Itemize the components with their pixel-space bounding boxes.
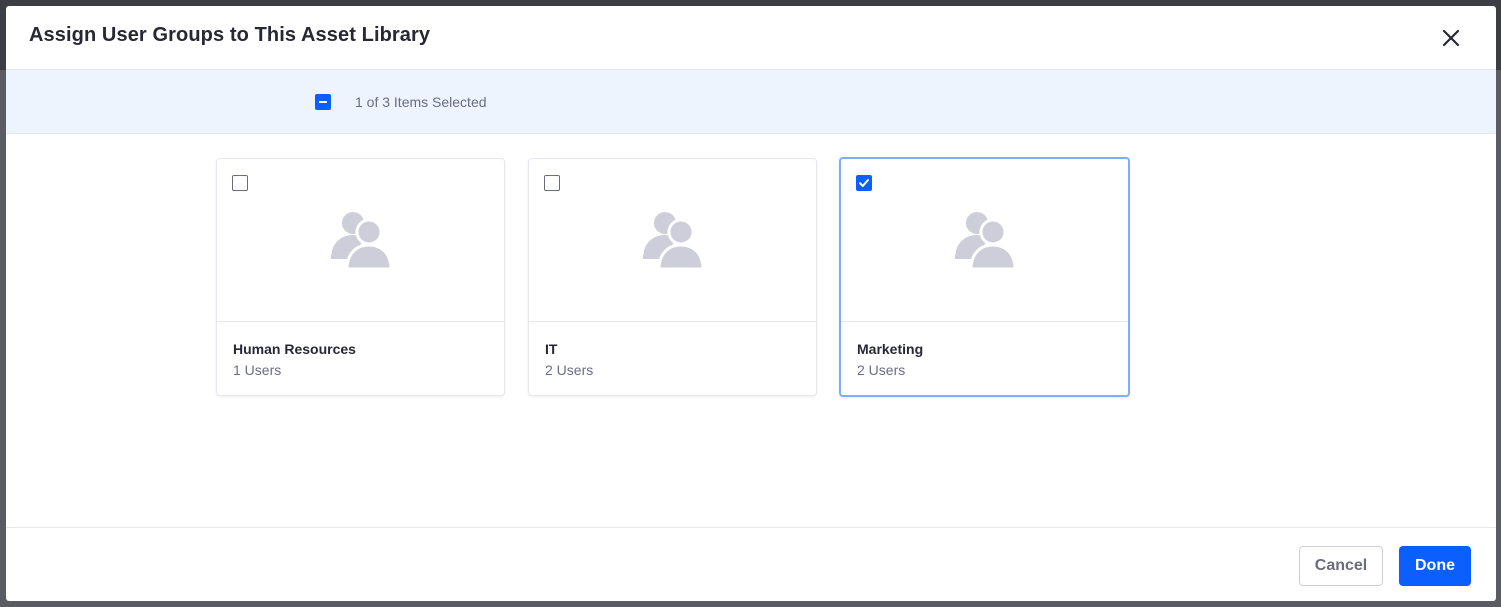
management-bar: 1 of 3 Items Selected xyxy=(6,70,1496,134)
users-icon xyxy=(955,212,1017,271)
selection-count-text: 1 of 3 Items Selected xyxy=(355,94,487,110)
close-icon xyxy=(1442,29,1460,47)
user-group-card-it[interactable]: IT 2 Users xyxy=(528,158,817,396)
card-subtitle: 1 Users xyxy=(233,362,282,378)
assign-user-groups-modal: Assign User Groups to This Asset Library… xyxy=(6,6,1496,601)
card-title: Marketing xyxy=(857,341,924,357)
card-image-area xyxy=(529,159,816,322)
user-group-card-human-resources[interactable]: Human Resources 1 Users xyxy=(216,158,505,396)
cancel-button[interactable]: Cancel xyxy=(1299,546,1383,586)
card-checkbox[interactable] xyxy=(232,175,248,191)
card-title: IT xyxy=(545,341,558,357)
card-title: Human Resources xyxy=(233,341,356,357)
users-icon xyxy=(331,212,393,271)
card-subtitle: 2 Users xyxy=(857,362,906,378)
card-checkbox[interactable] xyxy=(544,175,560,191)
indeterminate-dash-icon xyxy=(319,101,327,103)
select-all-checkbox[interactable] xyxy=(315,94,331,110)
modal-title: Assign User Groups to This Asset Library xyxy=(29,24,431,46)
close-button[interactable] xyxy=(1436,23,1466,53)
card-subtitle: 2 Users xyxy=(545,362,594,378)
modal-footer: Cancel Done xyxy=(6,527,1496,601)
modal-header: Assign User Groups to This Asset Library xyxy=(6,6,1496,70)
card-checkbox-checked[interactable] xyxy=(856,175,872,191)
done-button[interactable]: Done xyxy=(1399,546,1471,586)
checkmark-icon xyxy=(859,179,869,187)
user-group-card-marketing[interactable]: Marketing 2 Users xyxy=(839,157,1130,397)
users-icon xyxy=(643,212,705,271)
card-image-area xyxy=(217,159,504,322)
card-image-area xyxy=(841,159,1128,322)
